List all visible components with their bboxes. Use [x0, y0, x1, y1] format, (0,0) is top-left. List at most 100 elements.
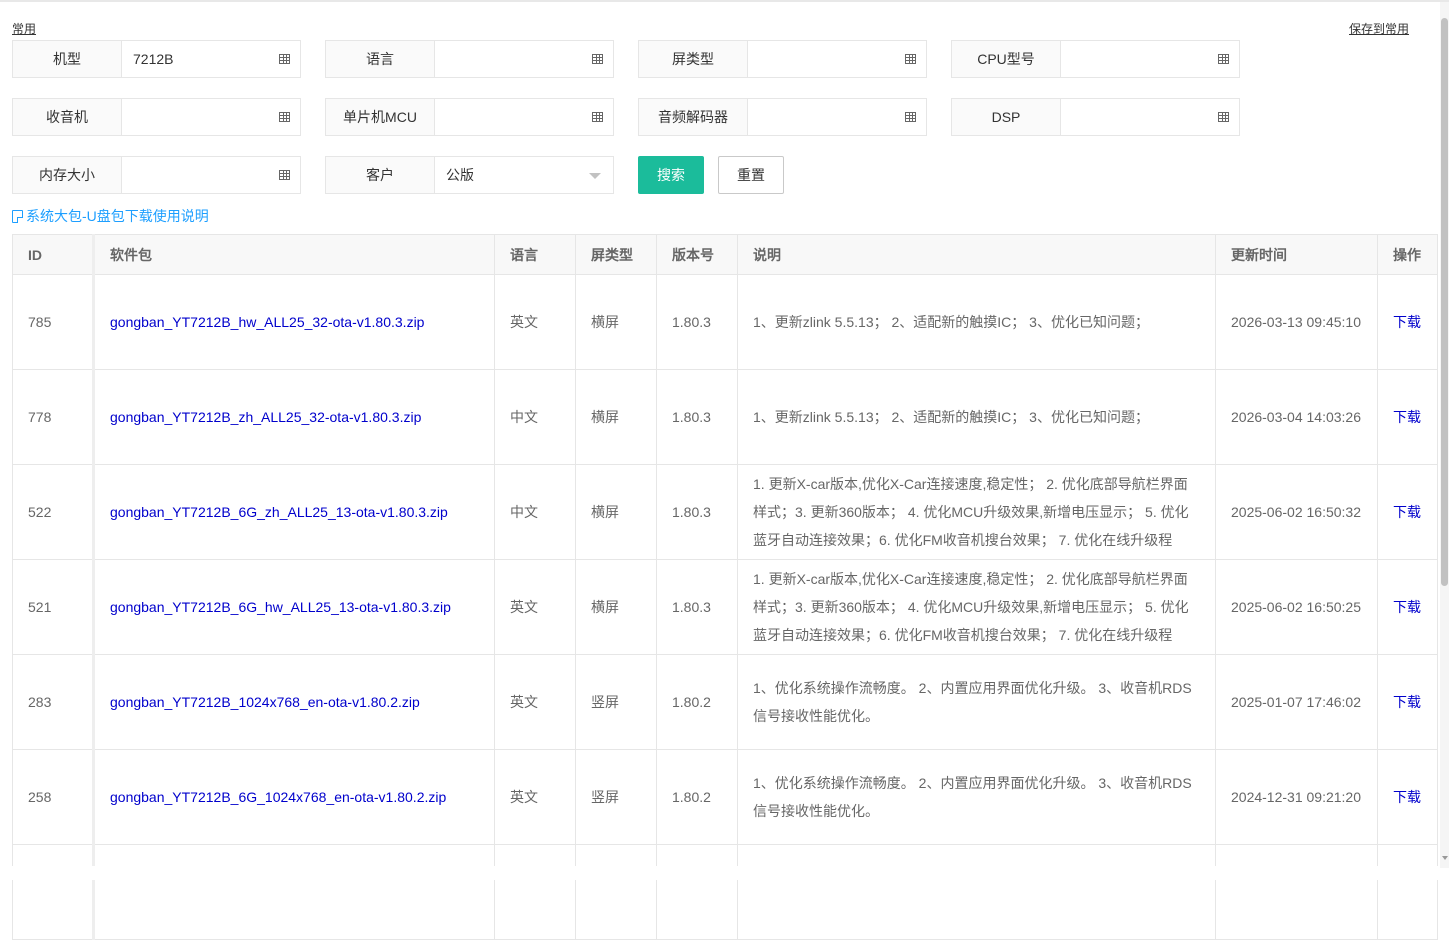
cell-id: 258 — [12, 749, 95, 845]
cell-package — [93, 844, 495, 940]
package-link[interactable]: gongban_YT7212B_6G_1024x768_en-ota-v1.80… — [110, 789, 446, 805]
cell-package: gongban_YT7212B_6G_1024x768_en-ota-v1.80… — [93, 749, 495, 845]
mcu-input[interactable] — [435, 99, 613, 135]
cell-id: 283 — [12, 654, 95, 750]
search-button[interactable]: 搜索 — [638, 156, 704, 194]
dsp-label: DSP — [952, 99, 1061, 135]
cell-action: 下载 — [1377, 749, 1438, 845]
cell-version: 1.80.2 — [656, 654, 738, 750]
table-icon[interactable] — [592, 54, 603, 64]
download-link[interactable]: 下载 — [1393, 314, 1421, 330]
reset-button[interactable]: 重置 — [718, 156, 784, 194]
model-value: 7212B — [133, 51, 174, 67]
language-input[interactable] — [435, 41, 613, 77]
table-header-row: ID 软件包 语言 屏类型 版本号 说明 更新时间 操作 — [12, 234, 1438, 275]
cell-id: 521 — [12, 559, 95, 655]
package-link[interactable]: gongban_YT7212B_1024x768_en-ota-v1.80.2.… — [110, 694, 420, 710]
radio-input[interactable] — [122, 99, 300, 135]
cell-action — [1377, 844, 1438, 940]
customer-select[interactable]: 公版 — [435, 157, 613, 193]
audio-decoder-label: 音频解码器 — [639, 99, 748, 135]
col-header-updated: 更新时间 — [1215, 234, 1378, 275]
cell-screen: 竖屏 — [575, 749, 657, 845]
cell-updated: 2026-03-04 14:03:26 — [1215, 369, 1378, 465]
cpu-input[interactable] — [1061, 41, 1239, 77]
col-header-language: 语言 — [494, 234, 576, 275]
package-link[interactable]: gongban_YT7212B_hw_ALL25_32-ota-v1.80.3.… — [110, 314, 424, 330]
viewport-bottom — [0, 866, 1449, 880]
cell-action: 下载 — [1377, 559, 1438, 655]
cell-id: 785 — [12, 274, 95, 370]
cell-desc: 1、更新zlink 5.5.13； 2、适配新的触摸IC； 3、优化已知问题； — [737, 274, 1216, 370]
table-row — [12, 844, 1438, 940]
package-table: ID 软件包 语言 屏类型 版本号 说明 更新时间 操作 785 gongban… — [12, 234, 1438, 940]
cell-version: 1.80.3 — [656, 369, 738, 465]
table-icon[interactable] — [1218, 54, 1229, 64]
cell-desc: 1、更新zlink 5.5.13； 2、适配新的触摸IC； 3、优化已知问题； — [737, 369, 1216, 465]
cell-action: 下载 — [1377, 654, 1438, 750]
download-link[interactable]: 下载 — [1393, 504, 1421, 520]
table-icon[interactable] — [1218, 112, 1229, 122]
cell-language: 中文 — [494, 369, 576, 465]
dsp-input[interactable] — [1061, 99, 1239, 135]
table-icon[interactable] — [905, 54, 916, 64]
cell-screen: 横屏 — [575, 369, 657, 465]
download-link[interactable]: 下载 — [1393, 599, 1421, 615]
col-header-action: 操作 — [1377, 234, 1438, 275]
cell-version: 1.80.2 — [656, 749, 738, 845]
cell-version: 1.80.3 — [656, 274, 738, 370]
col-header-id: ID — [12, 234, 95, 275]
table-icon[interactable] — [279, 170, 290, 180]
cell-version: 1.80.3 — [656, 559, 738, 655]
table-icon[interactable] — [905, 112, 916, 122]
cell-action: 下载 — [1377, 369, 1438, 465]
table-icon[interactable] — [279, 112, 290, 122]
usage-guide-link[interactable]: 系统大包-U盘包下载使用说明 — [12, 206, 209, 226]
package-link[interactable]: gongban_YT7212B_6G_hw_ALL25_13-ota-v1.80… — [110, 599, 451, 615]
frequent-link[interactable]: 常用 — [12, 20, 36, 37]
cell-desc: 1、优化系统操作流畅度。 2、内置应用界面优化升级。 3、收音机RDS信号接收性… — [737, 654, 1216, 750]
package-link[interactable]: gongban_YT7212B_zh_ALL25_32-ota-v1.80.3.… — [110, 409, 421, 425]
table-icon[interactable] — [279, 54, 290, 64]
cell-language: 英文 — [494, 654, 576, 750]
table-row: 522 gongban_YT7212B_6G_zh_ALL25_13-ota-v… — [12, 464, 1438, 560]
table-row: 778 gongban_YT7212B_zh_ALL25_32-ota-v1.8… — [12, 369, 1438, 465]
memory-label: 内存大小 — [13, 157, 122, 193]
memory-input[interactable] — [122, 157, 300, 193]
cell-language: 英文 — [494, 559, 576, 655]
save-to-frequent-link[interactable]: 保存到常用 — [1349, 20, 1409, 37]
cell-package: gongban_YT7212B_zh_ALL25_32-ota-v1.80.3.… — [93, 369, 495, 465]
cell-updated: 2025-06-02 16:50:32 — [1215, 464, 1378, 560]
chevron-down-icon — [589, 173, 601, 179]
scrollbar-thumb[interactable] — [1441, 18, 1448, 586]
table-icon[interactable] — [592, 112, 603, 122]
scroll-down-arrow-icon[interactable] — [1442, 856, 1448, 860]
cell-language: 中文 — [494, 464, 576, 560]
cell-package: gongban_YT7212B_6G_hw_ALL25_13-ota-v1.80… — [93, 559, 495, 655]
download-link[interactable]: 下载 — [1393, 409, 1421, 425]
audio-decoder-input[interactable] — [748, 99, 926, 135]
customer-label: 客户 — [326, 157, 435, 193]
cell-screen: 竖屏 — [575, 654, 657, 750]
col-header-version: 版本号 — [656, 234, 738, 275]
model-input[interactable]: 7212B — [122, 41, 300, 77]
model-field: 机型 7212B — [12, 40, 301, 78]
cell-desc: 1. 更新X-car版本,优化X-Car连接速度,稳定性； 2. 优化底部导航栏… — [737, 559, 1216, 655]
download-link[interactable]: 下载 — [1393, 694, 1421, 710]
document-icon — [12, 209, 23, 223]
download-link[interactable]: 下载 — [1393, 789, 1421, 805]
cell-package: gongban_YT7212B_6G_zh_ALL25_13-ota-v1.80… — [93, 464, 495, 560]
cell-action: 下载 — [1377, 274, 1438, 370]
table-row: 521 gongban_YT7212B_6G_hw_ALL25_13-ota-v… — [12, 559, 1438, 655]
cell-version — [656, 844, 738, 940]
cell-id: 778 — [12, 369, 95, 465]
screen-type-field: 屏类型 — [638, 40, 927, 78]
top-border — [0, 0, 1449, 2]
package-link[interactable]: gongban_YT7212B_6G_zh_ALL25_13-ota-v1.80… — [110, 504, 448, 520]
screen-type-input[interactable] — [748, 41, 926, 77]
cpu-label: CPU型号 — [952, 41, 1061, 77]
cell-desc: 1. 更新X-car版本,优化X-Car连接速度,稳定性； 2. 优化底部导航栏… — [737, 464, 1216, 560]
cell-screen: 横屏 — [575, 464, 657, 560]
cell-updated — [1215, 844, 1378, 940]
language-field: 语言 — [325, 40, 614, 78]
